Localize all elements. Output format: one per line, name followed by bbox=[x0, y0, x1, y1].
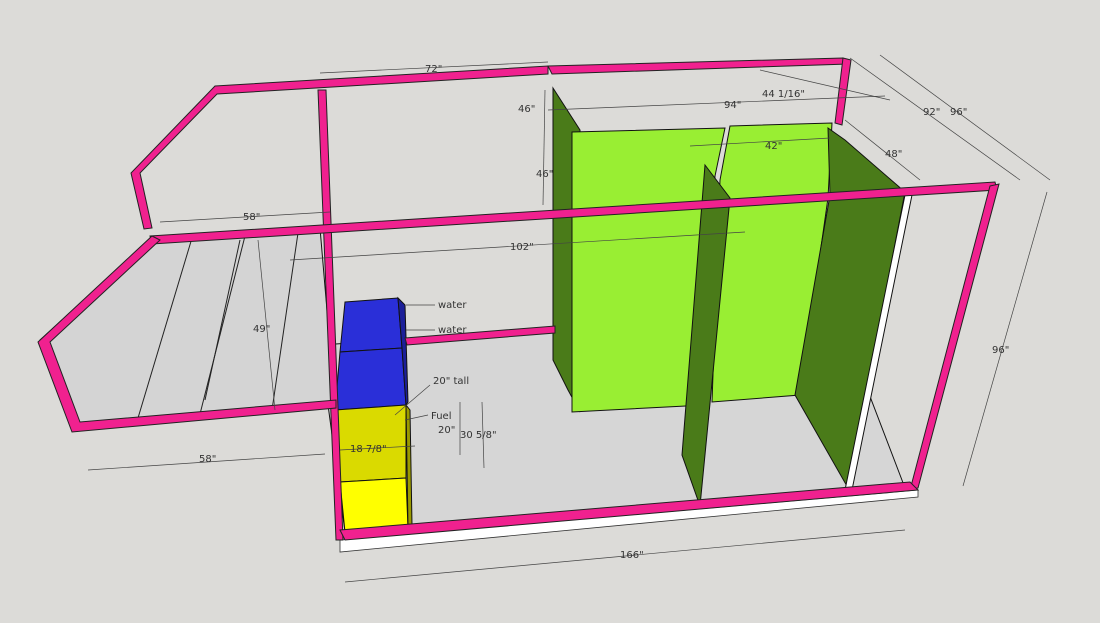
dim-58-top: 58" bbox=[243, 212, 260, 223]
fuel-tank bbox=[334, 403, 413, 533]
dim-92: 92" bbox=[923, 107, 940, 118]
dim-72: 72" bbox=[425, 64, 442, 75]
dim-166: 166" bbox=[620, 550, 644, 561]
dim-49: 49" bbox=[253, 324, 270, 335]
label-water-upper: water bbox=[438, 300, 467, 311]
fuel-tank-lower bbox=[339, 477, 409, 533]
label-water-lower: water bbox=[438, 325, 467, 336]
dim-46-upper: 46" bbox=[518, 104, 535, 115]
water-tank-lower bbox=[334, 347, 407, 411]
water-tanks bbox=[334, 296, 409, 411]
water-tank-upper bbox=[339, 297, 403, 353]
dim-46-lower: 46" bbox=[536, 169, 553, 180]
dim-58-bottom: 58" bbox=[199, 454, 216, 465]
dim-18-7-8: 18 7/8" bbox=[350, 444, 387, 455]
dim-44-1-16: 44 1/16" bbox=[762, 89, 805, 100]
dim-96-top: 96" bbox=[950, 107, 967, 118]
trailer-model: 72" 46" 46" 94" 44 1/16" 92" 96" 42" 48"… bbox=[37, 54, 1051, 583]
sketchup-viewport[interactable]: 72" 46" 46" 94" 44 1/16" 92" 96" 42" 48"… bbox=[0, 0, 1100, 618]
dim-96-right: 96" bbox=[992, 345, 1009, 356]
label-fuel: Fuel bbox=[431, 411, 451, 422]
dim-20-tall: 20" tall bbox=[433, 376, 469, 387]
dim-20: 20" bbox=[438, 425, 455, 436]
tongue-floor bbox=[39, 227, 336, 426]
dim-30-5-8: 30 5/8" bbox=[460, 430, 497, 441]
dim-102: 102" bbox=[510, 242, 534, 253]
dim-94: 94" bbox=[724, 100, 741, 111]
dim-48: 48" bbox=[885, 149, 902, 160]
dim-42: 42" bbox=[765, 141, 782, 152]
